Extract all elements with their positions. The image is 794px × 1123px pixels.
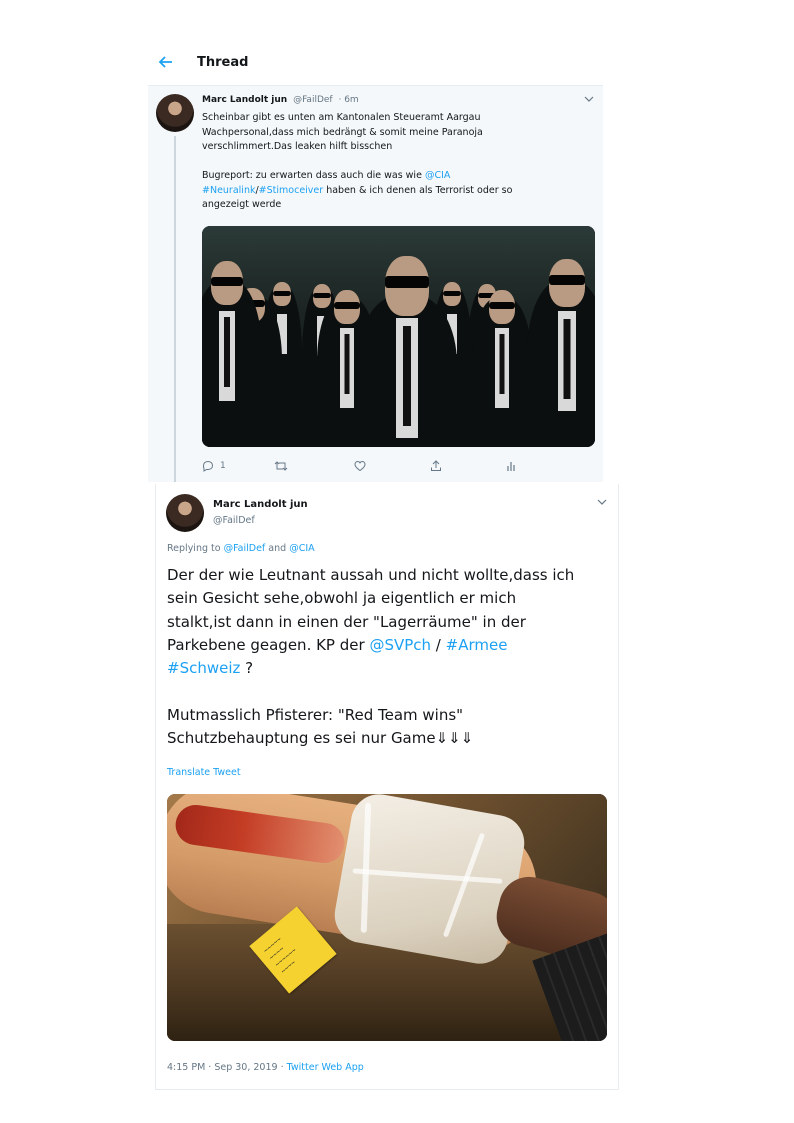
tweet-card-focused[interactable]: Marc Landolt jun @FailDef Replying to @F… bbox=[155, 484, 619, 1090]
page-title: Thread bbox=[197, 55, 249, 70]
tweet-actions: 1 bbox=[202, 460, 532, 476]
translate-tweet-link[interactable]: Translate Tweet bbox=[167, 767, 241, 778]
mention-link[interactable]: @CIA bbox=[425, 170, 450, 181]
author-handle[interactable]: @FailDef bbox=[293, 95, 333, 105]
share-icon[interactable] bbox=[430, 460, 442, 475]
bandage-shape bbox=[330, 794, 529, 969]
author-name[interactable]: Marc Landolt jun bbox=[213, 499, 308, 510]
reply-icon[interactable] bbox=[202, 460, 214, 475]
agent-figure bbox=[527, 259, 595, 447]
tweet-media-image[interactable] bbox=[202, 226, 595, 447]
chevron-down-icon[interactable] bbox=[597, 498, 607, 509]
replying-to: Replying to @FailDef and @CIA bbox=[167, 543, 315, 554]
agent-figure bbox=[202, 261, 262, 447]
text-segment: / bbox=[431, 635, 446, 654]
hashtag-link[interactable]: #Armee bbox=[446, 636, 508, 654]
hashtag-link[interactable]: #Schweiz bbox=[167, 659, 240, 677]
hashtag-link[interactable]: #Stimoceiver bbox=[259, 185, 324, 196]
tweet-header: Marc Landolt jun @FailDef · 6m bbox=[202, 95, 359, 105]
retweet-icon[interactable] bbox=[274, 460, 288, 475]
timestamp-text[interactable]: 4:15 PM · Sep 30, 2019 · bbox=[167, 1062, 287, 1073]
tweet-media-image[interactable]: ~~~~~ ~~~~ ~~~~~~ ~~~~ bbox=[167, 794, 607, 1041]
tweet-timestamp: 4:15 PM · Sep 30, 2019 · Twitter Web App bbox=[167, 1062, 364, 1073]
chevron-down-icon[interactable] bbox=[584, 95, 594, 106]
avatar[interactable] bbox=[156, 94, 194, 132]
hashtag-link[interactable]: #Neuralink bbox=[202, 185, 255, 196]
replying-prefix: Replying to bbox=[167, 543, 224, 554]
tweet-text: Scheinbar gibt es unten am Kantonalen St… bbox=[202, 111, 582, 213]
tweet-source-link[interactable]: Twitter Web App bbox=[287, 1062, 364, 1073]
agent-figure bbox=[357, 256, 457, 447]
avatar[interactable] bbox=[166, 494, 204, 532]
author-name[interactable]: Marc Landolt jun bbox=[202, 95, 287, 105]
thread-connector-line bbox=[174, 136, 176, 482]
reply-count: 1 bbox=[220, 461, 226, 471]
tweet-text: Der der wie Leutnant aussah und nicht wo… bbox=[167, 564, 612, 750]
agent-figure bbox=[472, 290, 532, 447]
analytics-icon[interactable] bbox=[505, 460, 517, 475]
mention-link[interactable]: @CIA bbox=[289, 543, 314, 554]
tweet-time[interactable]: · 6m bbox=[338, 95, 358, 105]
mention-link[interactable]: @FailDef bbox=[224, 543, 266, 554]
replying-and: and bbox=[265, 543, 290, 554]
heart-icon[interactable] bbox=[354, 460, 366, 475]
tweet-card[interactable]: Marc Landolt jun @FailDef · 6m Scheinbar… bbox=[148, 85, 603, 482]
back-arrow-icon[interactable] bbox=[157, 54, 179, 74]
mention-link[interactable]: @SVPch bbox=[369, 636, 431, 654]
author-handle[interactable]: @FailDef bbox=[213, 515, 255, 526]
